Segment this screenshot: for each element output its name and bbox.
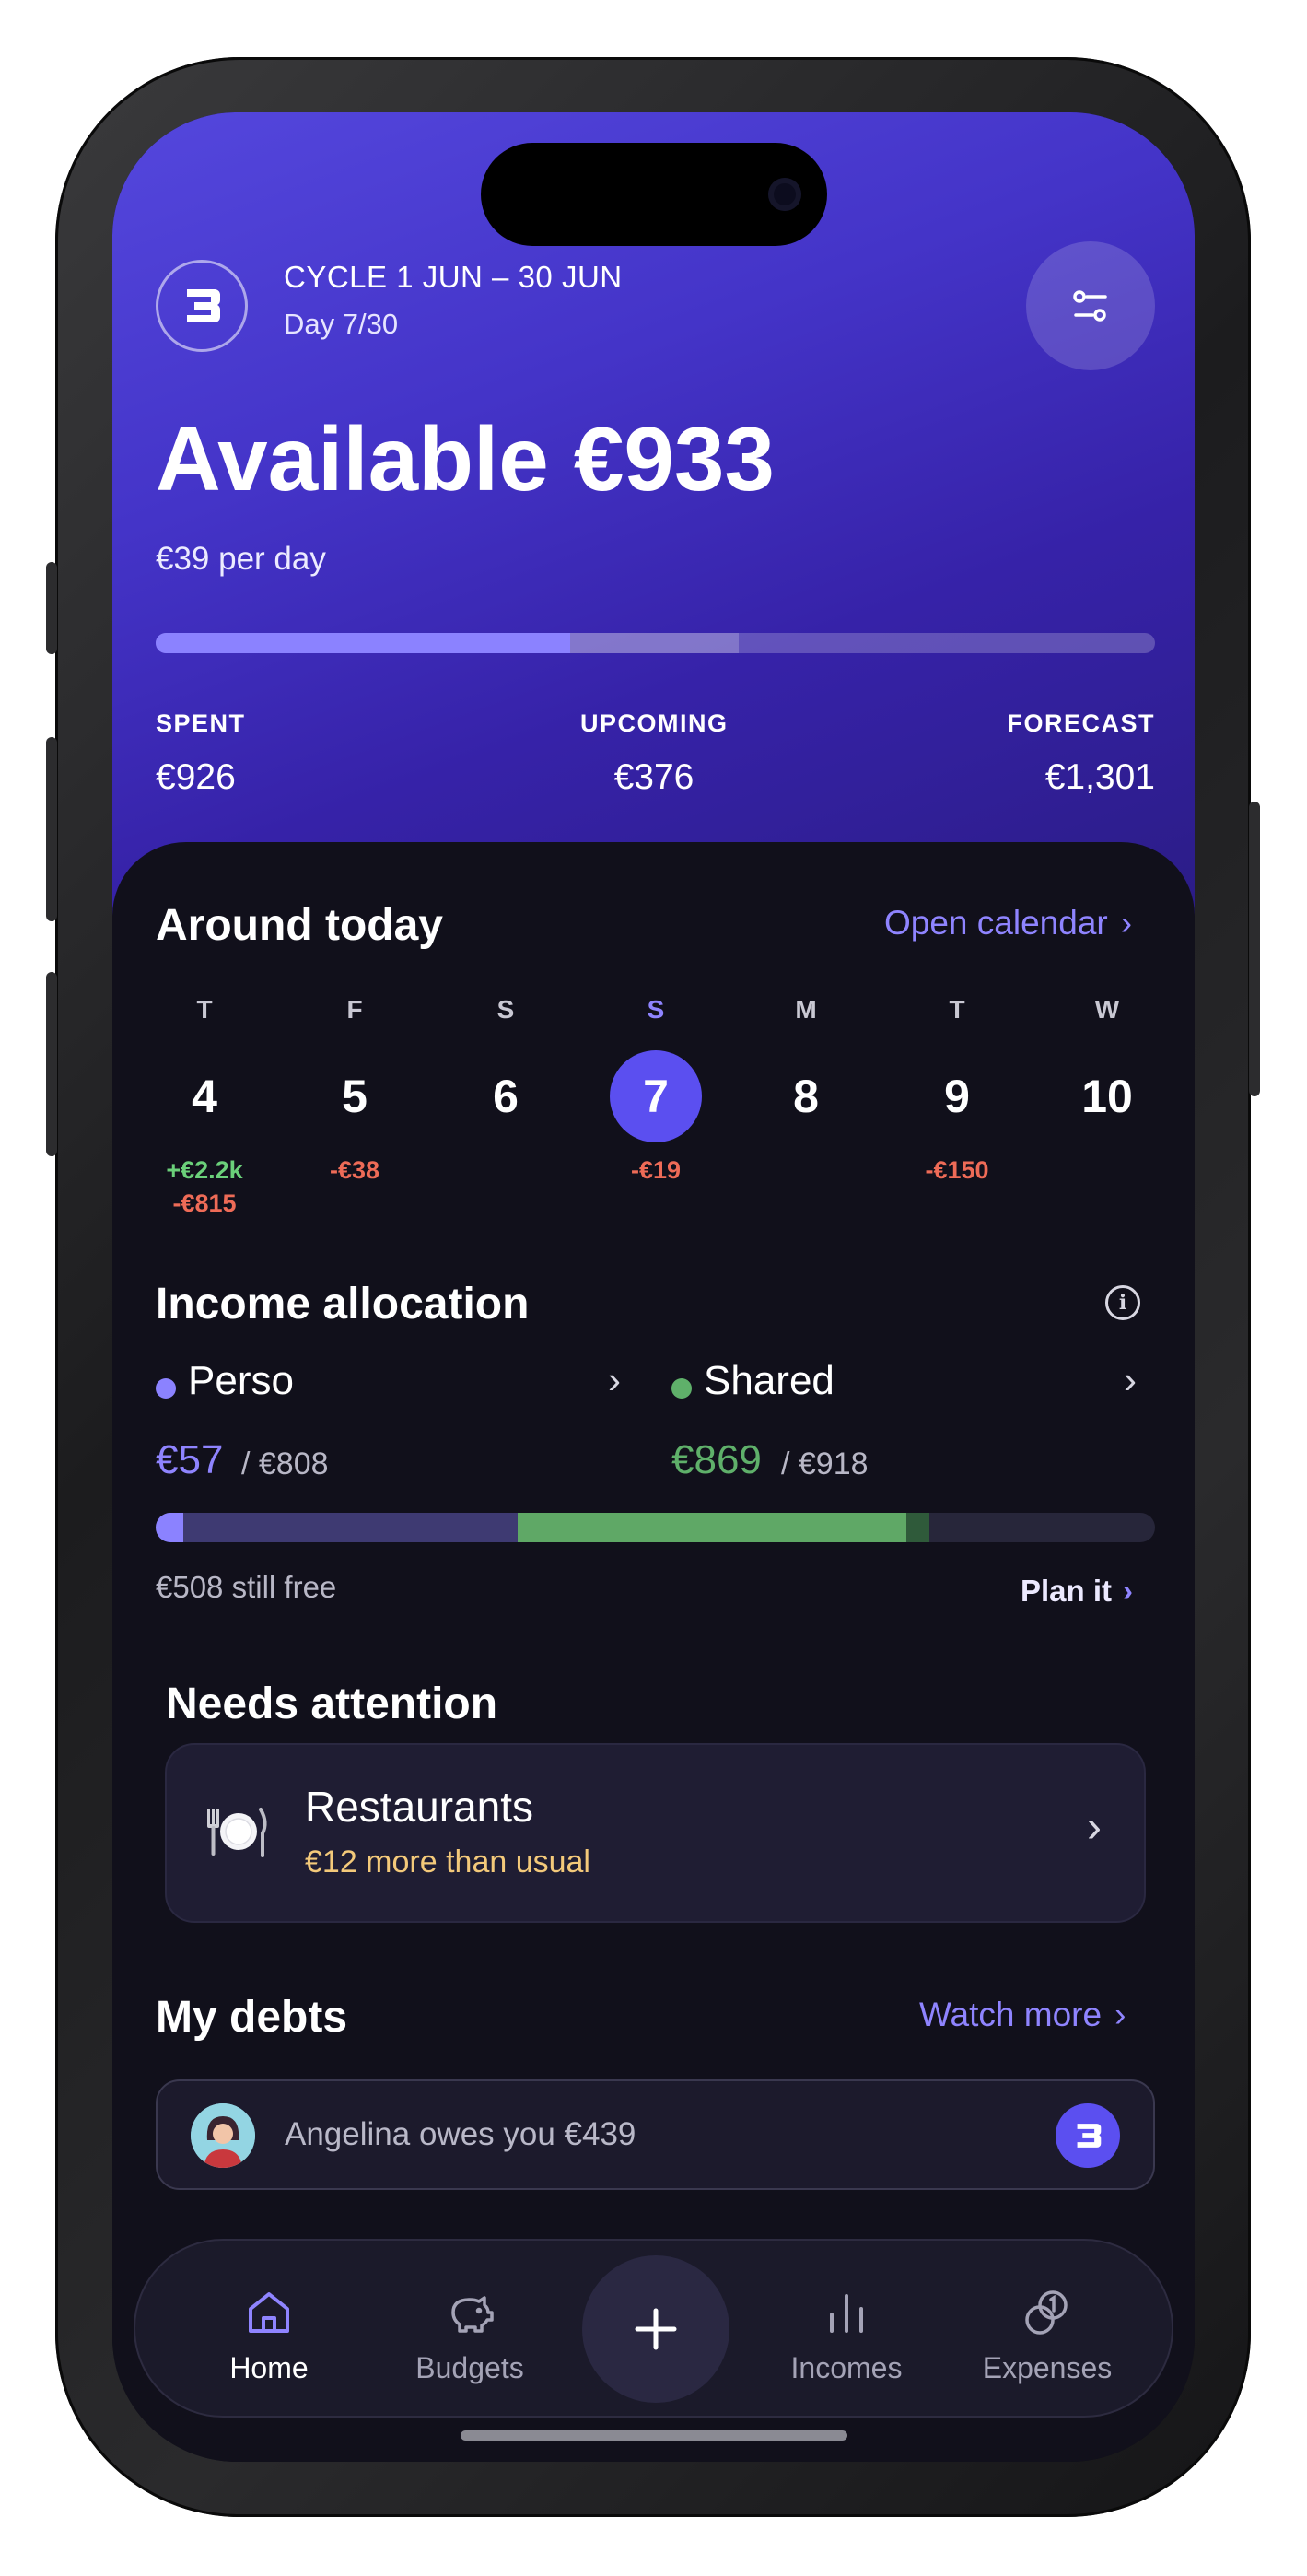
volume-down-button [46,972,57,1156]
nav-expenses-label: Expenses [982,2351,1113,2384]
day-letter: S [496,995,515,1024]
available-amount: Available €933 [156,408,775,509]
perso-dot [156,1378,176,1399]
plate-cutlery-icon [207,1808,267,1857]
nav-budgets[interactable]: Budgets [378,2241,562,2419]
spent-value: €926 [156,757,236,797]
day-amount: -€815 [172,1189,237,1217]
power-button [1249,802,1260,1096]
shared-amount: €869 [671,1437,762,1482]
alloc-perso-remaining [183,1513,518,1542]
still-free-label: €508 still free [156,1570,337,1604]
attention-item-name: Restaurants [305,1783,534,1831]
upcoming-label: UPCOMING [580,709,729,737]
app-logo-icon [1056,2103,1120,2168]
nav-budgets-label: Budgets [415,2351,524,2384]
progress-upcoming [570,633,739,653]
around-today-title: Around today [156,901,443,950]
nav-incomes-label: Incomes [790,2351,903,2384]
debt-item[interactable]: Angelina owes you €439 [156,2079,1155,2190]
day-amount: -€38 [329,1156,380,1184]
day-number[interactable]: 6 [460,1050,552,1142]
debt-text: Angelina owes you €439 [285,2116,636,2152]
restaurants-card[interactable]: Restaurants €12 more than usual › [165,1743,1146,1923]
plan-it-button[interactable]: Plan it › [1021,1574,1133,1609]
home-icon [249,2292,289,2333]
bottom-nav: Home Budgets Incomes Expenses [134,2239,1173,2418]
perso-chevron-icon[interactable]: › [608,1358,621,1402]
coins-icon [1025,2290,1068,2335]
home-indicator [461,2430,847,2441]
forecast-value: €1,301 [1044,757,1155,797]
nav-incomes[interactable]: Incomes [754,2241,939,2419]
bar-chart-icon [830,2294,863,2333]
day-letter: F [346,995,363,1024]
chevron-right-icon: › [1087,1803,1102,1852]
action-button [46,562,57,654]
shared-chevron-icon[interactable]: › [1124,1358,1137,1402]
progress-spent [156,633,571,653]
day-amount: +€2.2k [166,1156,243,1184]
day-number[interactable]: 4 [158,1050,251,1142]
shared-name[interactable]: Shared [704,1358,834,1404]
shared-total: / €918 [781,1446,869,1481]
attention-item-subtitle: €12 more than usual [305,1844,590,1879]
day-number[interactable]: 8 [760,1050,852,1142]
sliders-icon [1073,290,1107,322]
day-letter: W [1094,995,1120,1024]
day-amount: -€19 [630,1156,682,1184]
perso-amount: €57 [156,1437,224,1482]
alloc-shared-used [518,1513,906,1542]
day-number[interactable]: 10 [1061,1050,1153,1142]
watch-more-link[interactable]: Watch more › [919,1996,1126,2034]
forecast-label: FORECAST [1007,709,1155,737]
allocation-bar [156,1513,1155,1542]
avatar [191,2103,255,2168]
open-calendar-link[interactable]: Open calendar › [884,904,1132,943]
piggy-bank-icon [451,2296,494,2333]
settings-button[interactable] [1026,241,1155,370]
income-allocation-title: Income allocation [156,1280,530,1329]
day-number[interactable]: 9 [911,1050,1003,1142]
cycle-label: CYCLE 1 JUN – 30 JUN [284,260,623,294]
day-letter: S [647,995,665,1024]
alloc-shared-remaining [906,1513,929,1542]
day-number[interactable]: 5 [309,1050,401,1142]
day-amount: -€150 [925,1156,989,1184]
nav-home-label: Home [229,2351,309,2384]
day-letter: T [196,995,213,1024]
nav-home[interactable]: Home [177,2241,361,2419]
dynamic-island [481,143,827,246]
perso-name[interactable]: Perso [188,1358,294,1404]
my-debts-title: My debts [156,1993,348,2042]
spent-label: SPENT [156,709,246,737]
volume-up-button [46,737,57,921]
needs-attention-title: Needs attention [166,1680,498,1728]
app-screen: CYCLE 1 JUN – 30 JUN Day 7/30 Available … [112,112,1195,2462]
perso-total: / €808 [241,1446,329,1481]
alloc-perso-used [156,1513,183,1542]
day-number-today[interactable]: 7 [610,1050,702,1142]
upcoming-value: €376 [613,757,694,797]
per-day-amount: €39 per day [156,541,326,577]
app-logo-icon[interactable] [156,260,248,352]
info-icon[interactable]: i [1105,1285,1140,1320]
budget-progress-bar [156,633,1155,653]
day-counter: Day 7/30 [284,308,399,340]
shared-dot [671,1378,692,1399]
day-letter: T [949,995,965,1024]
nav-expenses[interactable]: Expenses [955,2241,1139,2419]
add-button[interactable] [582,2255,729,2403]
day-letter: M [795,995,817,1024]
plus-icon [635,2308,677,2350]
